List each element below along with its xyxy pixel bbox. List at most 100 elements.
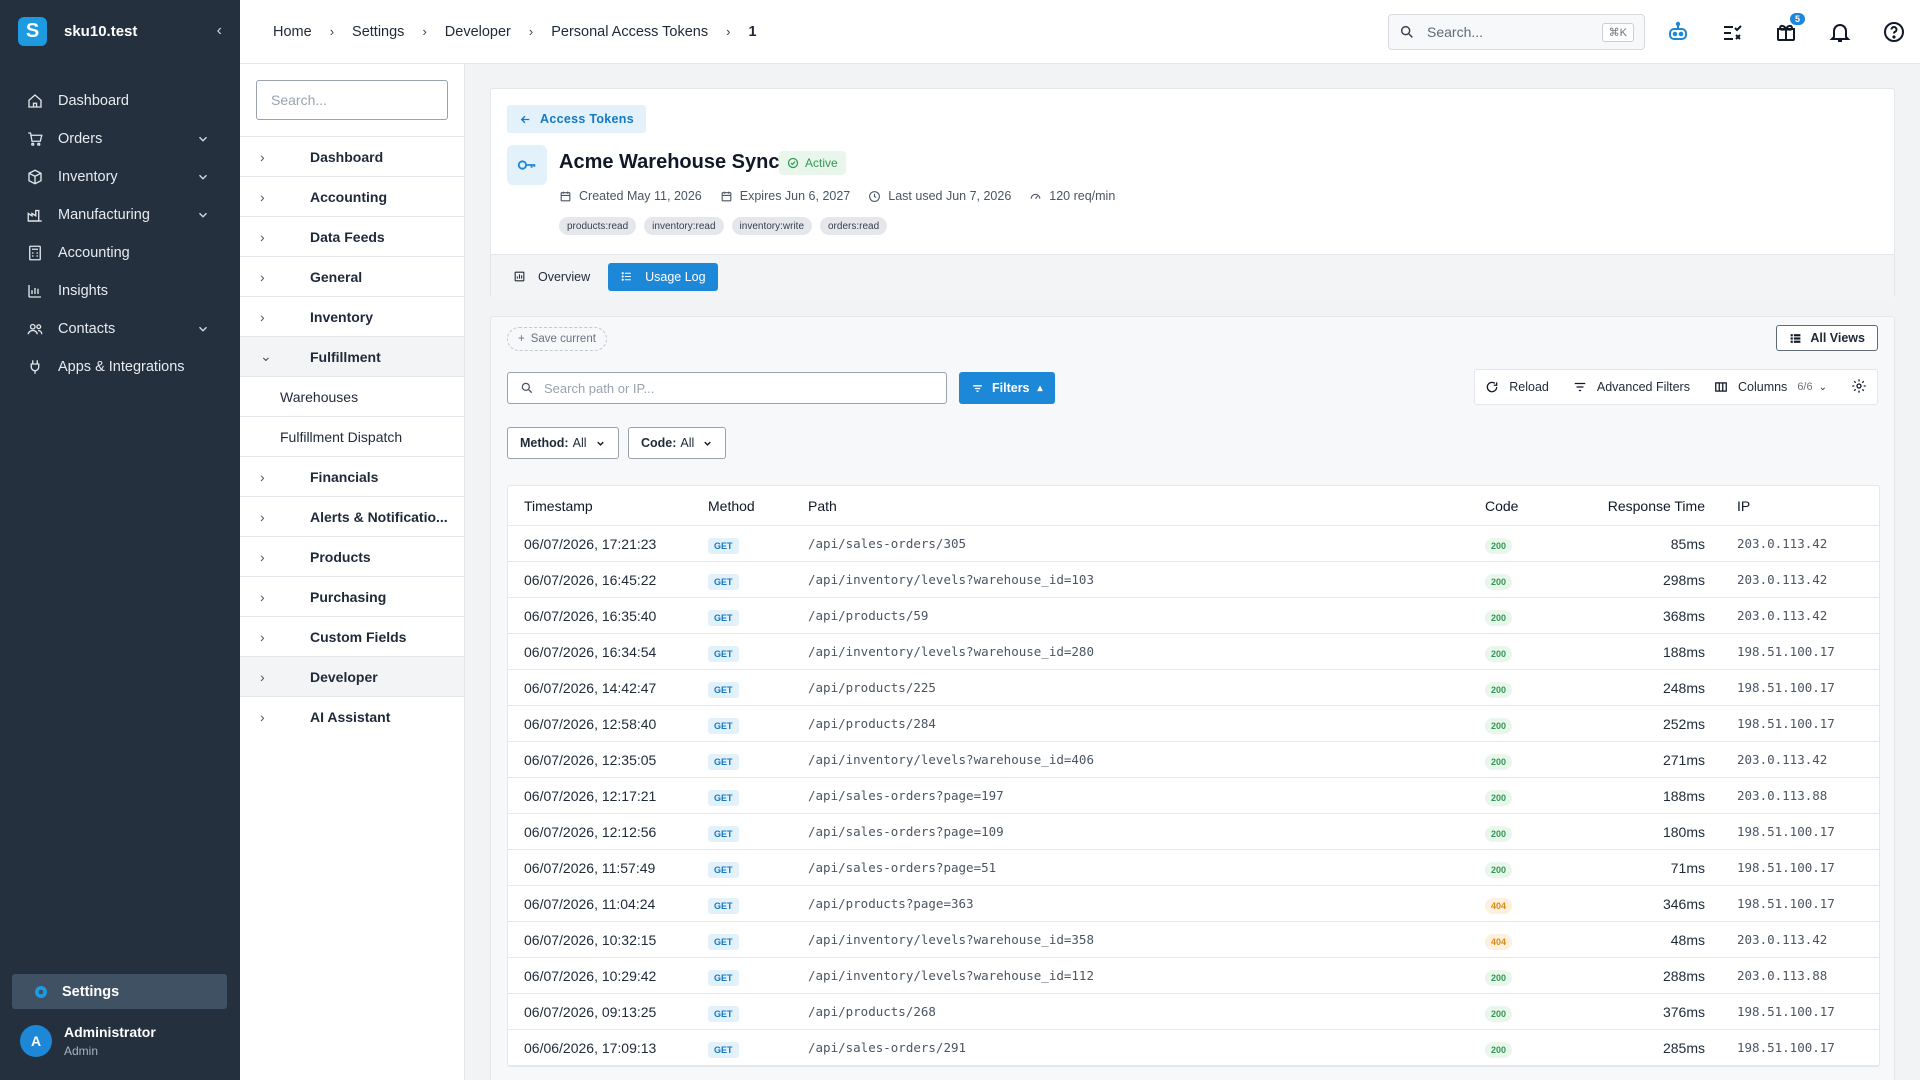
table-row[interactable]: 06/07/2026, 14:42:47 GET/api/products/225… <box>508 670 1879 706</box>
table-header: Timestamp Method Path Code Response Time… <box>508 486 1879 526</box>
table-row[interactable]: 06/07/2026, 12:58:40 GET/api/products/284… <box>508 706 1879 742</box>
breadcrumb-item[interactable]: Settings <box>352 24 404 40</box>
cell-timestamp: 06/07/2026, 16:34:54 <box>524 643 657 660</box>
app-logo[interactable]: S <box>18 16 47 46</box>
back-to-access-tokens-button[interactable]: Access Tokens <box>507 105 646 133</box>
table-row[interactable]: 06/07/2026, 11:57:49 GET/api/sales-orders… <box>508 850 1879 886</box>
settings-item-ai-assistant[interactable]: › AI Assistant <box>240 696 464 736</box>
app-name[interactable]: sku10.test <box>64 23 217 40</box>
breadcrumb-item[interactable]: Developer <box>445 24 511 40</box>
cell-path: /api/sales-orders/305 <box>808 536 967 551</box>
settings-item-purchasing[interactable]: › Purchasing <box>240 576 464 616</box>
settings-item-accounting[interactable]: › Accounting <box>240 176 464 216</box>
task-list-icon[interactable] <box>1720 20 1744 44</box>
method-filter[interactable]: Method: All <box>507 427 619 459</box>
columns-button[interactable]: Columns 6/6 ⌄ <box>1714 380 1827 394</box>
settings-item-fulfillment[interactable]: ⌄ Fulfillment <box>240 336 464 376</box>
status-code-badge: 200 <box>1485 717 1513 734</box>
method-badge: GET <box>708 825 739 842</box>
method-badge: GET <box>708 789 739 806</box>
settings-item-label: Accounting <box>310 188 387 205</box>
method-filter-key: Method: <box>520 436 569 450</box>
table-row[interactable]: 06/07/2026, 09:13:25 GET/api/products/268… <box>508 994 1879 1030</box>
cell-path: /api/sales-orders?page=197 <box>808 788 1004 803</box>
filters-button[interactable]: Filters ▴ <box>959 372 1055 404</box>
reload-button[interactable]: Reload <box>1485 380 1549 394</box>
breadcrumb-item[interactable]: Personal Access Tokens <box>551 24 708 40</box>
table-row[interactable]: 06/07/2026, 10:29:42 GET/api/inventory/le… <box>508 958 1879 994</box>
table-row[interactable]: 06/07/2026, 12:35:05 GET/api/inventory/le… <box>508 742 1879 778</box>
sidebar-item-label: Settings <box>62 983 120 1000</box>
status-code-badge: 200 <box>1485 789 1513 806</box>
settings-search-input[interactable]: Search... <box>256 80 448 120</box>
dashboard-icon <box>514 271 525 282</box>
tab-usage-log[interactable]: Usage Log <box>608 262 718 291</box>
table-row[interactable]: 06/07/2026, 16:34:54 GET/api/inventory/le… <box>508 634 1879 670</box>
table-row[interactable]: 06/07/2026, 17:21:23 GET/api/sales-orders… <box>508 526 1879 562</box>
cell-path: /api/products/284 <box>808 716 936 731</box>
settings-item-dashboard[interactable]: › Dashboard <box>240 136 464 176</box>
settings-nav: Search... › Dashboard › Accounting › Data Fee… <box>240 64 465 1080</box>
chevron-right-icon: › <box>528 24 534 39</box>
global-search-input[interactable]: Search... ⌘K <box>1388 14 1645 50</box>
gear-icon <box>35 985 47 998</box>
sidebar-item-settings[interactable]: Settings <box>12 974 227 1009</box>
path-search-input[interactable]: Search path or IP... <box>507 372 947 404</box>
table-row[interactable]: 06/07/2026, 11:04:24 GET/api/products?pag… <box>508 886 1879 922</box>
gift-icon[interactable]: 5 <box>1774 13 1805 44</box>
method-badge: GET <box>708 645 739 662</box>
settings-subitem[interactable]: Warehouses <box>240 376 464 416</box>
bell-icon[interactable] <box>1828 20 1852 44</box>
sidebar-item-apps-integrations[interactable]: Apps & Integrations <box>0 348 240 386</box>
settings-item-alerts-notificatio[interactable]: › Alerts & Notificatio... <box>240 496 464 536</box>
settings-item-general[interactable]: › General <box>240 256 464 296</box>
cell-method: GET <box>708 680 808 698</box>
settings-item-label: Alerts & Notificatio... <box>310 508 448 525</box>
user-menu[interactable]: A Administrator Admin <box>20 1024 156 1058</box>
table-row[interactable]: 06/07/2026, 12:17:21 GET/api/sales-orders… <box>508 778 1879 814</box>
cell-code: 200 <box>1485 680 1585 698</box>
settings-item-custom-fields[interactable]: › Custom Fields <box>240 616 464 656</box>
sidebar-item-accounting[interactable]: Accounting <box>0 234 240 272</box>
settings-subitem[interactable]: Fulfillment Dispatch <box>240 416 464 456</box>
breadcrumb-item[interactable]: Home <box>273 24 312 40</box>
table-settings-button[interactable] <box>1851 378 1867 397</box>
sidebar-item-insights[interactable]: Insights <box>0 272 240 310</box>
advanced-filters-button[interactable]: Advanced Filters <box>1573 380 1690 394</box>
settings-item-financials[interactable]: › Financials <box>240 456 464 496</box>
sidebar-item-dashboard[interactable]: Dashboard <box>0 82 240 120</box>
settings-item-data-feeds[interactable]: › Data Feeds <box>240 216 464 256</box>
columns-label: Columns <box>1737 380 1788 394</box>
table-row[interactable]: 06/07/2026, 10:32:15 GET/api/inventory/le… <box>508 922 1879 958</box>
cell-timestamp: 06/06/2026, 17:09:13 <box>524 1039 657 1056</box>
column-header-response-time[interactable]: Response Time <box>1585 498 1705 514</box>
settings-item-developer[interactable]: › Developer <box>240 656 464 696</box>
sidebar-item-manufacturing[interactable]: Manufacturing <box>0 196 240 234</box>
sidebar-item-inventory[interactable]: Inventory <box>0 158 240 196</box>
column-header-method[interactable]: Method <box>708 498 808 514</box>
table-row[interactable]: 06/07/2026, 12:12:56 GET/api/sales-orders… <box>508 814 1879 850</box>
ai-assistant-robot-icon[interactable] <box>1666 20 1690 44</box>
sidebar-item-contacts[interactable]: Contacts <box>0 310 240 348</box>
column-header-path[interactable]: Path <box>808 498 1485 514</box>
code-filter[interactable]: Code: All <box>628 427 727 459</box>
column-header-timestamp[interactable]: Timestamp <box>508 498 708 514</box>
settings-item-products[interactable]: › Products <box>240 536 464 576</box>
cell-timestamp: 06/07/2026, 12:35:05 <box>524 751 657 768</box>
cell-path: /api/inventory/levels?warehouse_id=103 <box>808 572 1094 587</box>
help-icon[interactable] <box>1882 20 1906 44</box>
save-current-view-button[interactable]: + Save current <box>507 327 607 351</box>
all-views-button[interactable]: All Views <box>1776 325 1878 351</box>
cell-response-time: 368ms <box>1662 607 1705 624</box>
collapse-sidebar-icon[interactable]: ‹ <box>217 22 222 40</box>
tab-overview[interactable]: Overview <box>507 263 602 291</box>
table-row[interactable]: 06/07/2026, 16:35:40 GET/api/products/59 2… <box>508 598 1879 634</box>
column-header-code[interactable]: Code <box>1485 498 1585 514</box>
settings-item-inventory[interactable]: › Inventory <box>240 296 464 336</box>
plug-icon <box>30 360 40 374</box>
sidebar-item-orders[interactable]: Orders <box>0 120 240 158</box>
table-row[interactable]: 06/06/2026, 17:09:13 GET/api/sales-orders… <box>508 1030 1879 1066</box>
column-header-ip[interactable]: IP <box>1705 498 1879 514</box>
table-row[interactable]: 06/07/2026, 16:45:22 GET/api/inventory/le… <box>508 562 1879 598</box>
chevron-right-icon: › <box>422 24 427 39</box>
